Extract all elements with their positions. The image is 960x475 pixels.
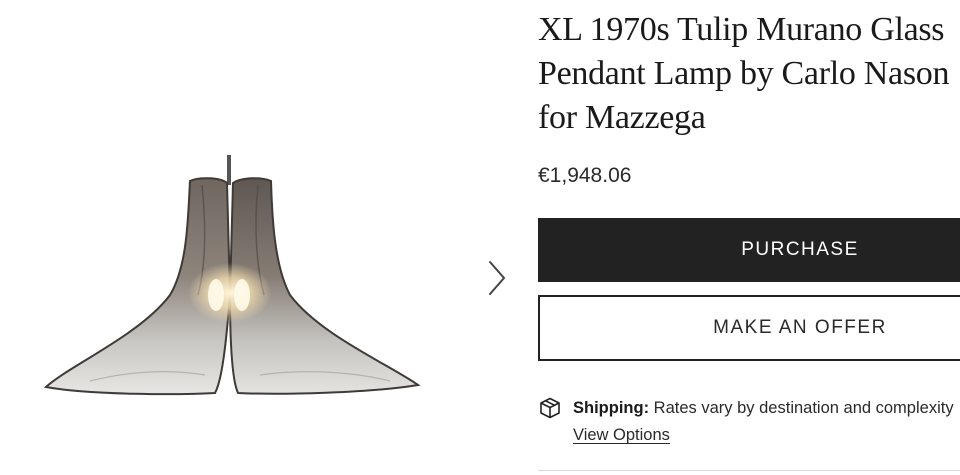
- make-offer-button[interactable]: MAKE AN OFFER: [538, 295, 960, 361]
- pendant-lamp-image: [43, 155, 421, 396]
- product-info: XL 1970s Tulip Murano Glass Pendant Lamp…: [538, 0, 960, 475]
- purchase-button[interactable]: PURCHASE: [538, 218, 960, 282]
- view-options-link[interactable]: View Options: [573, 426, 670, 445]
- shipping-description: Rates vary by destination and complexity: [653, 399, 954, 417]
- chevron-right-icon[interactable]: [482, 258, 512, 298]
- divider: [538, 470, 960, 471]
- product-gallery: [0, 0, 520, 475]
- package-icon: [540, 397, 560, 419]
- shipping-label: Shipping:: [573, 399, 650, 417]
- shipping-info: Shipping: Rates vary by destination and …: [538, 396, 960, 456]
- product-title: XL 1970s Tulip Murano Glass Pendant Lamp…: [538, 11, 950, 136]
- make-offer-button-label: MAKE AN OFFER: [713, 317, 887, 338]
- shipping-text: Shipping: Rates vary by destination and …: [573, 399, 954, 418]
- purchase-button-label: PURCHASE: [741, 239, 859, 260]
- product-price: €1,948.06: [538, 164, 632, 187]
